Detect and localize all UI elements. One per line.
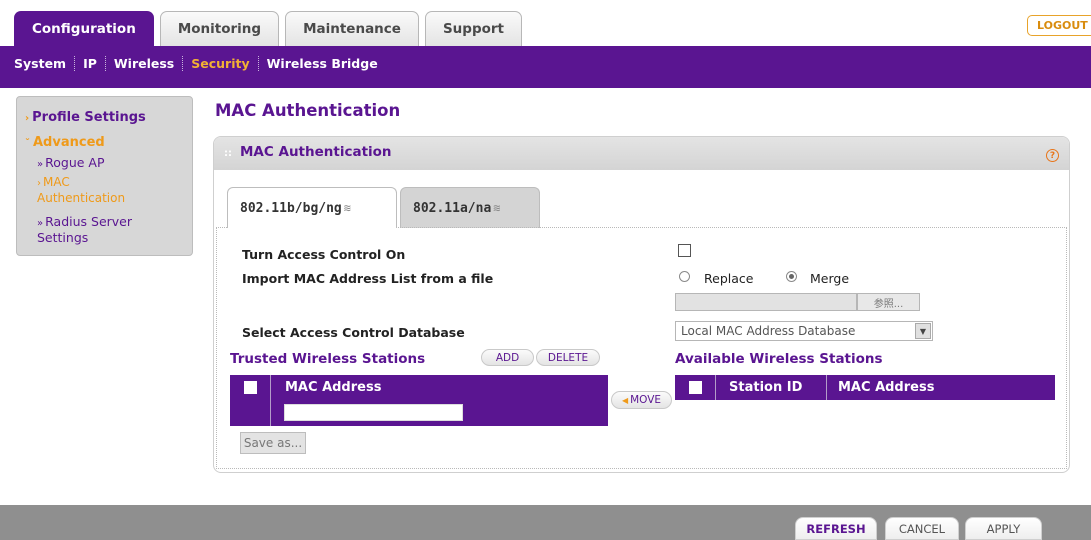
database-select-value: Local MAC Address Database bbox=[681, 324, 856, 338]
database-label: Select Access Control Database bbox=[242, 325, 465, 340]
logout-button[interactable]: LOGOUT bbox=[1027, 15, 1091, 36]
radio-tab-label: 802.11a/na bbox=[413, 200, 492, 216]
wifi-icon: ≋ bbox=[493, 201, 501, 215]
subnav-separator bbox=[104, 56, 106, 71]
panel-title-text: MAC Authentication bbox=[240, 144, 392, 160]
merge-label: Merge bbox=[810, 271, 850, 286]
trusted-table-header: MAC Address bbox=[230, 375, 608, 400]
page-title: MAC Authentication bbox=[215, 101, 401, 120]
column-header-mac-address: MAC Address bbox=[285, 380, 382, 395]
sidebar: › Profile Settings ˇ Advanced » Rogue AP › M… bbox=[16, 96, 193, 256]
double-chevron-right-icon: › bbox=[37, 178, 41, 189]
replace-radio[interactable] bbox=[679, 271, 690, 282]
select-all-checkbox[interactable] bbox=[688, 381, 702, 394]
table-row bbox=[230, 400, 608, 426]
sidebar-item-label: Radius Server Settings bbox=[37, 214, 133, 245]
triangle-left-icon: ◀ bbox=[621, 395, 629, 405]
available-table-header: Station ID MAC Address bbox=[675, 375, 1055, 400]
move-button[interactable]: ◀ MOVE bbox=[611, 391, 672, 409]
wifi-icon: ≋ bbox=[343, 201, 351, 215]
mac-authentication-panel: :: MAC Authentication ? 802.11b/bg/ng ≋ 80… bbox=[213, 136, 1070, 473]
apply-button[interactable]: APPLY bbox=[965, 517, 1042, 540]
subnav-separator bbox=[257, 56, 259, 71]
double-chevron-right-icon: » bbox=[37, 218, 44, 229]
tab-monitoring[interactable]: Monitoring bbox=[159, 11, 280, 46]
subnav-separator bbox=[182, 56, 184, 71]
panel-header: :: MAC Authentication ? bbox=[214, 137, 1069, 170]
sidebar-item-label: MAC Authentication bbox=[37, 175, 126, 205]
sidebar-item-profile-settings[interactable]: › Profile Settings bbox=[25, 110, 146, 125]
move-button-label: MOVE bbox=[630, 394, 662, 406]
subnav-separator bbox=[74, 56, 76, 71]
radio-tab-label: 802.11b/bg/ng bbox=[240, 200, 342, 216]
subnav-wireless[interactable]: Wireless bbox=[114, 56, 174, 71]
delete-button[interactable]: DELETE bbox=[536, 349, 600, 366]
chevron-right-icon: › bbox=[25, 113, 30, 124]
sub-navigation-bar: System IP Wireless Security Wireless Bri… bbox=[0, 46, 1091, 88]
subnav-wireless-bridge[interactable]: Wireless Bridge bbox=[267, 56, 378, 71]
footer-bar: REFRESH CANCEL APPLY bbox=[0, 505, 1091, 540]
add-button[interactable]: ADD bbox=[481, 349, 534, 366]
save-as-button[interactable]: Save as... bbox=[240, 432, 306, 454]
column-divider bbox=[270, 400, 271, 426]
sidebar-item-label: Rogue AP bbox=[45, 155, 105, 170]
tab-configuration[interactable]: Configuration bbox=[14, 11, 154, 46]
cancel-button[interactable]: CANCEL bbox=[885, 517, 959, 540]
tab-radio-ana[interactable]: 802.11a/na ≋ bbox=[400, 187, 540, 228]
chevron-down-icon: ˇ bbox=[25, 138, 30, 149]
access-control-label: Turn Access Control On bbox=[242, 247, 406, 262]
subnav-system[interactable]: System bbox=[14, 56, 66, 71]
column-header-mac-address: MAC Address bbox=[838, 380, 935, 395]
sidebar-item-advanced[interactable]: ˇ Advanced bbox=[25, 135, 105, 150]
double-chevron-right-icon: » bbox=[37, 159, 44, 170]
sidebar-item-label: Profile Settings bbox=[32, 110, 146, 125]
select-all-checkbox[interactable] bbox=[243, 381, 257, 394]
merge-radio[interactable] bbox=[786, 271, 797, 282]
mac-address-input[interactable] bbox=[284, 404, 463, 421]
sidebar-item-rogue-ap[interactable]: » Rogue AP bbox=[37, 156, 105, 172]
help-icon[interactable]: ? bbox=[1046, 149, 1059, 162]
database-select[interactable]: Local MAC Address Database ▼ bbox=[675, 321, 933, 341]
top-tabs: Configuration Monitoring Maintenance Sup… bbox=[14, 11, 528, 46]
trusted-stations-title: Trusted Wireless Stations bbox=[230, 351, 426, 367]
import-mac-label: Import MAC Address List from a file bbox=[242, 271, 494, 286]
sidebar-item-label: Advanced bbox=[33, 135, 105, 150]
sidebar-item-mac-authentication[interactable]: › MAC Authentication bbox=[37, 175, 132, 205]
column-header-station-id: Station ID bbox=[716, 375, 827, 400]
header-checkbox-cell bbox=[230, 375, 271, 400]
panel-title: :: MAC Authentication bbox=[224, 144, 392, 160]
available-stations-title: Available Wireless Stations bbox=[675, 351, 883, 367]
file-path-input[interactable] bbox=[675, 293, 857, 311]
replace-label: Replace bbox=[704, 271, 754, 286]
access-control-checkbox[interactable] bbox=[678, 244, 691, 257]
subnav-ip[interactable]: IP bbox=[83, 56, 97, 71]
tab-radio-bgn[interactable]: 802.11b/bg/ng ≋ bbox=[227, 187, 397, 228]
header-checkbox-cell bbox=[675, 375, 716, 400]
chevron-down-icon: ▼ bbox=[915, 323, 931, 339]
subnav-security[interactable]: Security bbox=[191, 56, 249, 71]
sub-navigation-items: System IP Wireless Security Wireless Bri… bbox=[14, 56, 378, 71]
tab-support[interactable]: Support bbox=[424, 11, 522, 46]
browse-button[interactable]: 参照... bbox=[857, 293, 920, 311]
tab-maintenance[interactable]: Maintenance bbox=[285, 11, 419, 46]
refresh-button[interactable]: REFRESH bbox=[795, 517, 877, 540]
grip-icon: :: bbox=[224, 148, 232, 159]
panel-content bbox=[216, 227, 1067, 469]
sidebar-item-radius-server-settings[interactable]: » Radius Server Settings bbox=[37, 215, 157, 245]
